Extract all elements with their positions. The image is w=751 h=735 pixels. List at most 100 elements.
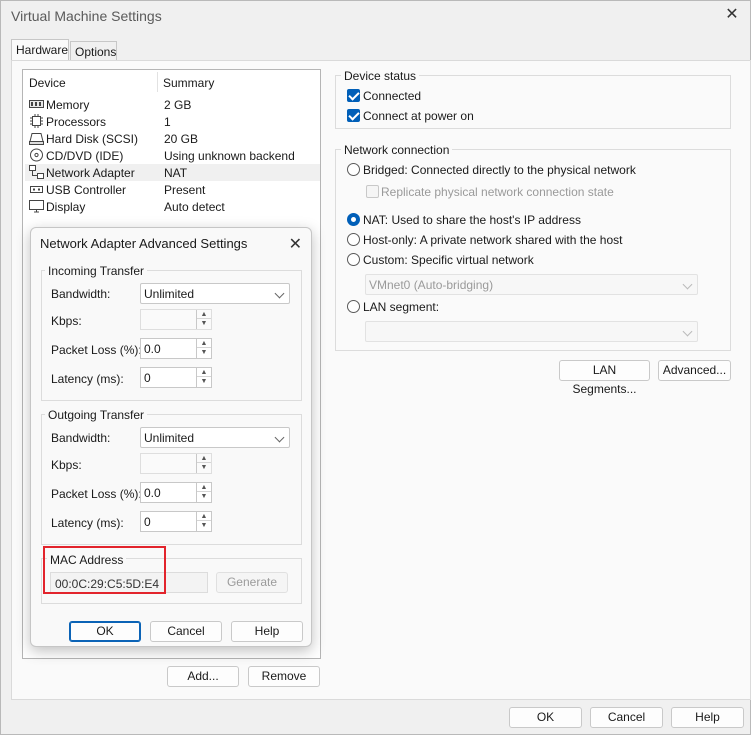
outgoing-bandwidth-select[interactable]: Unlimited — [140, 427, 290, 448]
lan-segment-radio[interactable] — [347, 300, 360, 313]
generate-button[interactable]: Generate — [216, 572, 288, 593]
device-row-cd-dvd[interactable]: CD/DVD (IDE) Using unknown backend — [25, 147, 320, 164]
dialog-help-button[interactable]: Help — [231, 621, 303, 642]
spin-down-icon[interactable]: ▼ — [197, 521, 211, 530]
hard-disk-icon — [29, 133, 44, 145]
incoming-packet-loss-spinner[interactable]: 0.0 ▲ ▼ — [140, 338, 212, 359]
device-name: Network Adapter — [46, 166, 135, 180]
bridged-label[interactable]: Bridged: Connected directly to the physi… — [363, 163, 636, 177]
device-summary: 20 GB — [164, 132, 199, 146]
connect-at-power-on-checkbox[interactable] — [347, 109, 360, 122]
window-close-icon[interactable]: ✕ — [724, 7, 740, 23]
dialog-title: Network Adapter Advanced Settings — [40, 236, 248, 251]
device-summary: Using unknown backend — [164, 149, 295, 163]
chevron-down-icon — [682, 279, 693, 290]
spin-up-icon[interactable]: ▲ — [197, 368, 211, 377]
spin-down-icon[interactable]: ▼ — [197, 348, 211, 357]
device-summary: Auto detect — [164, 200, 225, 214]
connected-label[interactable]: Connected — [363, 89, 421, 103]
replicate-state-checkbox[interactable] — [366, 185, 379, 198]
custom-network-value: VMnet0 (Auto-bridging) — [369, 278, 494, 292]
incoming-bandwidth-label: Bandwidth: — [51, 287, 111, 301]
help-button[interactable]: Help — [671, 707, 744, 728]
device-summary: NAT — [164, 166, 188, 180]
device-summary: Present — [164, 183, 206, 197]
device-name: Memory — [46, 98, 90, 112]
memory-icon — [29, 100, 44, 108]
spin-down-icon[interactable]: ▼ — [197, 377, 211, 386]
nat-label[interactable]: NAT: Used to share the host's IP address — [363, 213, 581, 227]
cd-dvd-icon — [30, 148, 43, 162]
advanced-button[interactable]: Advanced... — [658, 360, 731, 381]
chevron-down-icon — [274, 432, 285, 443]
device-row-hard-disk[interactable]: Hard Disk (SCSI) 20 GB — [25, 130, 320, 147]
spin-up-icon[interactable]: ▲ — [197, 310, 211, 319]
device-column-header[interactable]: Device — [29, 76, 66, 90]
device-name: USB Controller — [46, 183, 127, 197]
lan-segments-button[interactable]: LAN Segments... — [559, 360, 650, 396]
incoming-latency-spinner[interactable]: 0 ▲ ▼ — [140, 367, 212, 388]
spin-up-icon[interactable]: ▲ — [197, 339, 211, 348]
lan-segment-label[interactable]: LAN segment: — [363, 300, 439, 314]
bridged-radio[interactable] — [347, 163, 360, 176]
spin-down-icon[interactable]: ▼ — [197, 492, 211, 501]
spin-down-icon[interactable]: ▼ — [197, 463, 211, 472]
usb-icon — [30, 186, 43, 193]
outgoing-latency-spinner[interactable]: 0 ▲ ▼ — [140, 511, 212, 532]
device-row-display[interactable]: Display Auto detect — [25, 198, 320, 215]
incoming-bandwidth-value: Unlimited — [144, 287, 195, 301]
ok-button[interactable]: OK — [509, 707, 582, 728]
dialog-cancel-button[interactable]: Cancel — [150, 621, 222, 642]
outgoing-bandwidth-label: Bandwidth: — [51, 431, 111, 445]
host-only-label[interactable]: Host-only: A private network shared with… — [363, 233, 622, 247]
incoming-kbps-spinner[interactable]: ▲ ▼ — [140, 309, 212, 330]
incoming-latency-label: Latency (ms): — [51, 372, 124, 386]
host-only-radio[interactable] — [347, 233, 360, 246]
device-summary: 1 — [164, 115, 171, 129]
device-row-memory[interactable]: Memory 2 GB — [25, 96, 320, 113]
outgoing-latency-label: Latency (ms): — [51, 516, 124, 530]
device-row-network-adapter[interactable]: Network Adapter NAT — [25, 164, 320, 181]
tab-hardware[interactable]: Hardware — [11, 39, 69, 61]
outgoing-transfer-label: Outgoing Transfer — [45, 408, 148, 422]
chevron-down-icon — [682, 326, 693, 337]
incoming-packet-loss-value: 0.0 — [144, 342, 161, 356]
outgoing-kbps-spinner[interactable]: ▲ ▼ — [140, 453, 212, 474]
spin-down-icon[interactable]: ▼ — [197, 319, 211, 328]
connect-at-power-on-label[interactable]: Connect at power on — [363, 109, 474, 123]
connected-checkbox[interactable] — [347, 89, 360, 102]
replicate-state-label[interactable]: Replicate physical network connection st… — [381, 185, 614, 199]
outgoing-latency-value: 0 — [144, 515, 151, 529]
device-name: CD/DVD (IDE) — [46, 149, 124, 163]
custom-network-select[interactable]: VMnet0 (Auto-bridging) — [365, 274, 698, 295]
device-name: Processors — [46, 115, 107, 129]
remove-button[interactable]: Remove — [248, 666, 320, 687]
device-row-processors[interactable]: Processors 1 — [25, 113, 320, 130]
incoming-latency-value: 0 — [144, 371, 151, 385]
lan-segment-select[interactable] — [365, 321, 698, 342]
chevron-down-icon — [274, 288, 285, 299]
incoming-bandwidth-select[interactable]: Unlimited — [140, 283, 290, 304]
tab-options[interactable]: Options — [70, 41, 117, 62]
outgoing-bandwidth-value: Unlimited — [144, 431, 195, 445]
spin-up-icon[interactable]: ▲ — [197, 454, 211, 463]
outgoing-packet-loss-spinner[interactable]: 0.0 ▲ ▼ — [140, 482, 212, 503]
spin-up-icon[interactable]: ▲ — [197, 512, 211, 521]
dialog-ok-button[interactable]: OK — [69, 621, 141, 642]
device-row-usb-controller[interactable]: USB Controller Present — [25, 181, 320, 198]
incoming-kbps-label: Kbps: — [51, 314, 82, 328]
mac-address-highlight — [43, 546, 166, 594]
incoming-transfer-label: Incoming Transfer — [45, 264, 148, 278]
custom-label[interactable]: Custom: Specific virtual network — [363, 253, 534, 267]
cancel-button[interactable]: Cancel — [590, 707, 663, 728]
summary-column-header[interactable]: Summary — [163, 76, 214, 90]
device-status-label: Device status — [341, 69, 420, 83]
add-button[interactable]: Add... — [167, 666, 239, 687]
dialog-close-icon[interactable]: ✕ — [289, 234, 302, 254]
outgoing-kbps-label: Kbps: — [51, 458, 82, 472]
display-icon — [29, 200, 44, 213]
spin-up-icon[interactable]: ▲ — [197, 483, 211, 492]
nat-radio[interactable] — [347, 213, 360, 226]
custom-radio[interactable] — [347, 253, 360, 266]
window-title: Virtual Machine Settings — [11, 8, 162, 24]
